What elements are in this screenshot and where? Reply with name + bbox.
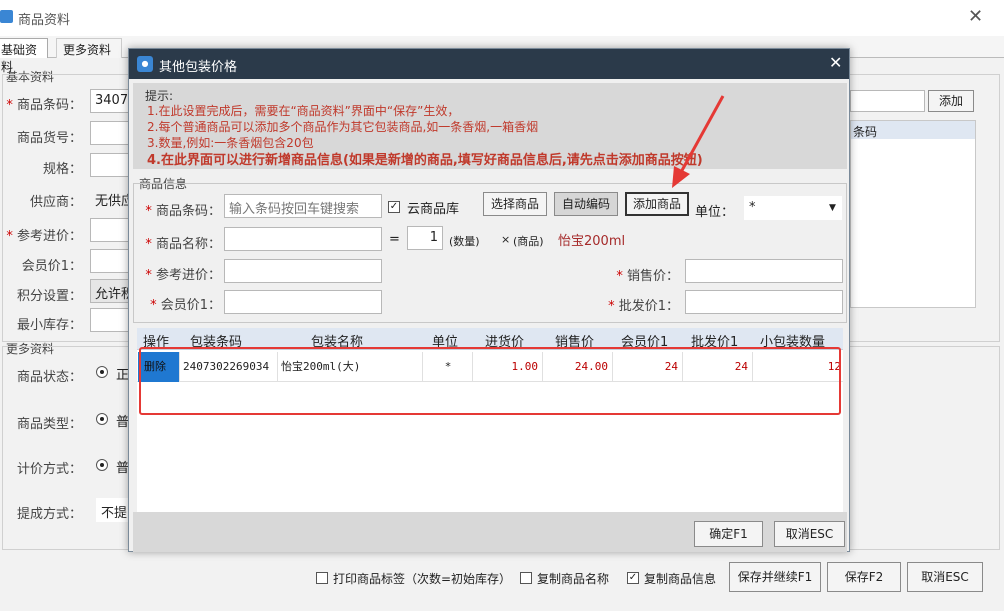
chevron-down-icon[interactable]: ▼ [829, 203, 836, 213]
ref-price-label: * 参考进价： [6, 229, 82, 244]
annotation-arrow-icon [672, 95, 725, 188]
dlg-member-price1-label: * 会员价1： [150, 298, 221, 313]
product-name: 怡宝200ml [558, 234, 626, 249]
wholesale1-input[interactable] [685, 290, 843, 314]
status-radio[interactable] [96, 366, 108, 378]
member-price1-field[interactable] [90, 249, 132, 273]
tab-more[interactable]: 更多资料 [56, 38, 122, 58]
pricing-radio[interactable] [96, 459, 108, 471]
dlg-barcode-input[interactable]: 输入条码按回车键搜索 [224, 194, 382, 218]
cancel-button[interactable]: 取消ESC [907, 562, 983, 592]
copy-name-text: 复制商品名称 [537, 572, 610, 586]
dlg-member-price1-input[interactable] [224, 290, 382, 314]
package-price-dialog: ● 其他包装价格 ✕ 提示: 1.在此设置完成后，需要在“商品资料”界面中“保存… [128, 48, 850, 552]
qty-label: (数量) [449, 235, 480, 248]
min-stock-label: 最小库存： [16, 318, 82, 333]
product-window-titlebar: 商品资料 ✕ [0, 0, 1004, 36]
close-icon[interactable]: ✕ [829, 53, 842, 72]
hint-line-4: 4.在此界面可以进行新增商品信息(如果是新增的商品,填写好商品信息后,请先点击添… [147, 153, 703, 168]
unit-label: 单位： [695, 205, 735, 220]
wholesale1-label: * 批发价1： [608, 299, 679, 314]
hint-line-2: 2.每个普通商品可以添加多个商品作为其它包装商品,如一条香烟,一箱香烟 [147, 120, 539, 134]
ref-price-field[interactable] [90, 218, 132, 242]
spec-field[interactable] [90, 153, 132, 177]
tab-basic[interactable]: 基础资料 [0, 38, 48, 74]
tips-panel: 提示: 1.在此设置完成后，需要在“商品资料”界面中“保存”生效， 2.每个普通… [133, 83, 847, 169]
cloud-lib-checkbox[interactable]: ✓ [388, 201, 400, 213]
type-label: 商品类型： [16, 417, 82, 432]
pricing-label: 计价方式： [16, 462, 82, 477]
dlg-barcode-label: * 商品条码： [145, 204, 221, 219]
barcode-field[interactable]: 3407 [90, 89, 132, 113]
app-icon [0, 10, 13, 23]
product-window-title: 商品资料 [18, 13, 71, 28]
dialog-cancel-button[interactable]: 取消ESC [774, 521, 845, 547]
dlg-ref-price-label: * 参考进价： [145, 268, 221, 283]
points-label: 积分设置： [16, 289, 82, 304]
annotation-box [139, 347, 841, 415]
cloud-lib-label: 云商品库 [407, 202, 460, 217]
copy-name-checkbox[interactable] [520, 572, 532, 584]
points-select[interactable]: 允许积 [90, 279, 132, 303]
product-label: (商品) [513, 235, 544, 248]
dlg-name-label: * 商品名称： [145, 237, 221, 252]
spec-label: 规格： [42, 162, 82, 177]
ok-button[interactable]: 确定F1 [694, 521, 763, 547]
copy-info-text: 复制商品信息 [644, 572, 717, 586]
barcode-label: * 商品条码： [6, 98, 82, 113]
dialog-title: 其他包装价格 [159, 60, 238, 75]
sale-price-label: * 销售价： [616, 269, 679, 284]
auto-code-button[interactable]: 自动编码 [554, 192, 618, 216]
item-code-field[interactable] [90, 121, 132, 145]
dialog-titlebar: ● 其他包装价格 ✕ [129, 49, 849, 79]
dlg-name-input[interactable] [224, 227, 382, 251]
supplier-field[interactable]: 无供应 [90, 186, 132, 210]
print-label-text: 打印商品标签（次数=初始库存） [333, 572, 512, 586]
hint-line-1: 1.在此设置完成后，需要在“商品资料”界面中“保存”生效， [147, 104, 460, 118]
equals-sign: = [389, 232, 400, 247]
bg-barcode-list [850, 120, 976, 308]
min-stock-field[interactable] [90, 308, 132, 332]
commission-select[interactable]: 不提 [96, 498, 132, 522]
bg-barcode-header: 条码 [851, 121, 975, 139]
add-product-button[interactable]: 添加商品 [625, 192, 689, 216]
copy-info-checkbox[interactable]: ✓ [627, 572, 639, 584]
app-icon: ● [137, 56, 153, 72]
save-button[interactable]: 保存F2 [827, 562, 901, 592]
qty-input[interactable]: 1 [407, 226, 443, 250]
sale-price-input[interactable] [685, 259, 843, 283]
bg-search-field[interactable] [850, 90, 925, 112]
supplier-label: 供应商： [29, 195, 82, 210]
item-code-label: 商品货号： [16, 131, 82, 146]
type-radio[interactable] [96, 413, 108, 425]
select-product-button[interactable]: 选择商品 [483, 192, 547, 216]
member-price1-label: 会员价1： [21, 259, 82, 274]
times-sign: × [501, 233, 511, 246]
close-icon[interactable]: ✕ [968, 6, 983, 27]
status-label: 商品状态： [16, 370, 82, 385]
dlg-ref-price-input[interactable] [224, 259, 382, 283]
add-button[interactable]: 添加 [928, 90, 974, 112]
print-label-checkbox[interactable] [316, 572, 328, 584]
save-continue-button[interactable]: 保存并继续F1 [729, 562, 821, 592]
unit-select[interactable]: * [744, 196, 842, 220]
commission-label: 提成方式： [16, 507, 82, 522]
